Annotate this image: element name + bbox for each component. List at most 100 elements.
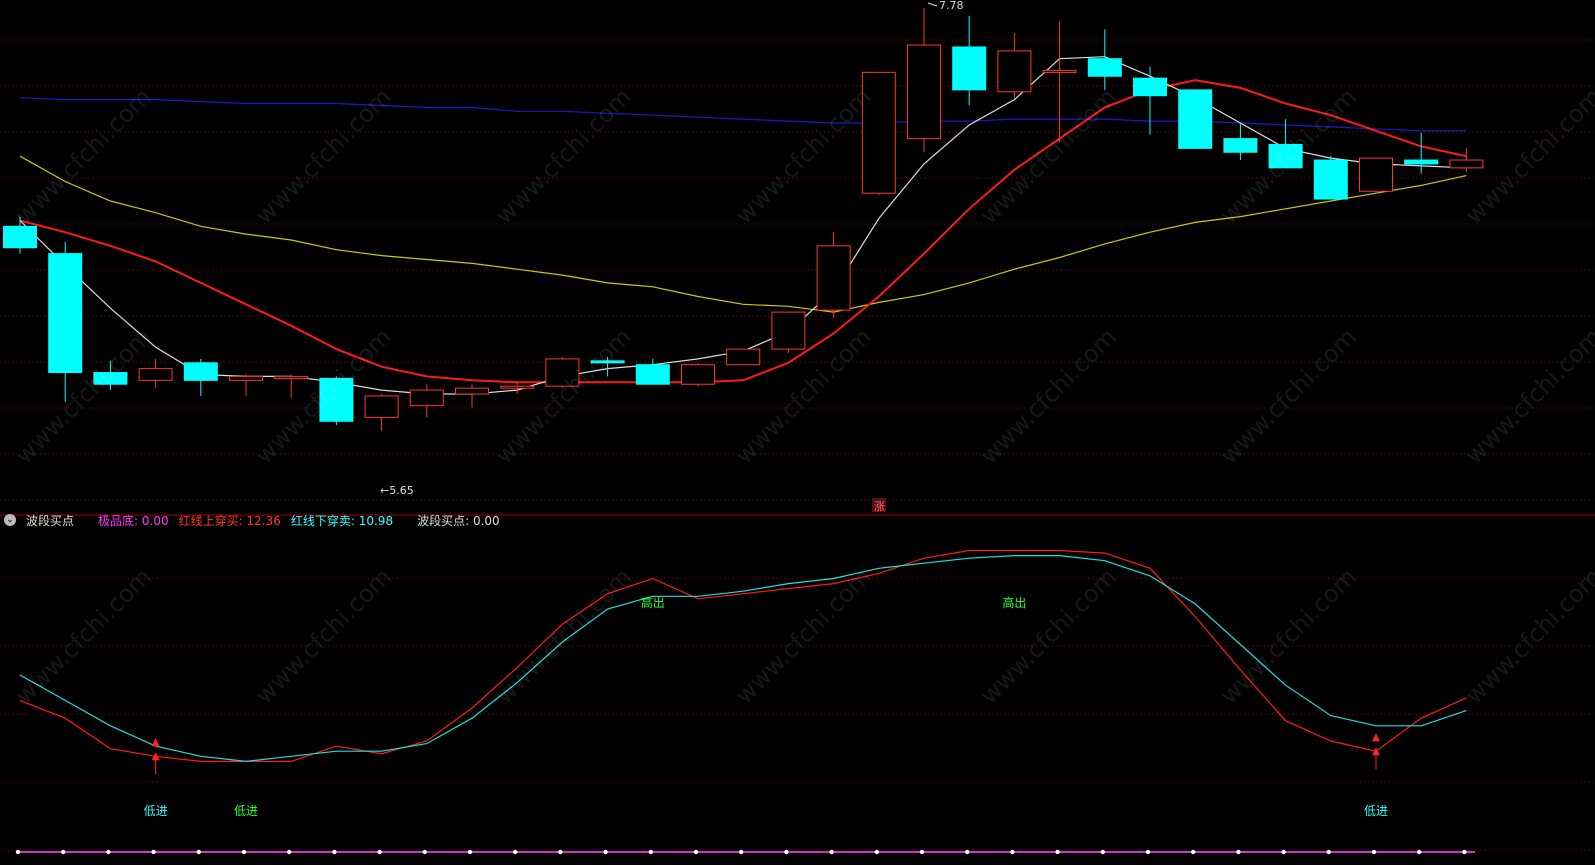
candle-body xyxy=(500,385,535,389)
indicator-item-label: 红线下穿卖: xyxy=(290,513,355,528)
candle[interactable] xyxy=(229,374,263,396)
price-gridlines xyxy=(0,39,1595,501)
indicator-name: 波段买点 xyxy=(26,513,75,528)
signal-label: 低进 xyxy=(1364,804,1388,818)
stock-chart[interactable]: 7.78 ←5.65 涨 低进 低进 高出 高出低进 xyxy=(0,0,1595,865)
candle[interactable] xyxy=(1087,29,1122,90)
ma-red-line xyxy=(19,79,1467,384)
candle[interactable] xyxy=(1223,123,1258,161)
time-axis-tick xyxy=(603,849,608,855)
time-axis-tick xyxy=(1281,849,1286,855)
candle-body xyxy=(1359,157,1393,192)
candle[interactable] xyxy=(861,71,896,196)
time-axis-tick xyxy=(965,849,970,855)
time-axis-tick xyxy=(1191,849,1196,855)
time-axis-tick xyxy=(1236,849,1241,855)
candle[interactable] xyxy=(183,358,218,396)
indicator-item-label: 波段买点: xyxy=(417,513,470,528)
candle-body xyxy=(1178,89,1213,149)
candle[interactable] xyxy=(1404,132,1439,174)
indicator-item-value: 0.00 xyxy=(141,513,169,528)
ma-blue-line xyxy=(19,97,1467,132)
candle-body xyxy=(1223,138,1258,153)
candle[interactable] xyxy=(1359,157,1393,194)
candle-body xyxy=(681,364,715,385)
candle-body xyxy=(1087,58,1122,77)
time-axis-tick xyxy=(513,849,518,855)
time-axis-tick xyxy=(151,849,156,855)
candle[interactable] xyxy=(907,8,941,153)
candle-body xyxy=(1042,69,1077,73)
buy-arrow-icon xyxy=(1372,733,1380,742)
candle-body xyxy=(3,225,37,249)
time-axis-tick xyxy=(196,849,201,855)
time-axis-tick xyxy=(1371,849,1377,855)
candle[interactable] xyxy=(274,374,309,398)
moving-average-lines xyxy=(19,56,1467,395)
candle[interactable] xyxy=(455,384,489,408)
time-axis-tick xyxy=(1145,849,1151,855)
candle[interactable] xyxy=(48,241,83,402)
time-axis-tick xyxy=(241,849,247,855)
indicator-item-label: 红线上穿买: xyxy=(178,513,243,528)
candle-body xyxy=(48,253,83,374)
candle[interactable] xyxy=(1449,148,1484,172)
time-axis-tick xyxy=(874,849,879,855)
candle-body xyxy=(771,311,806,350)
candle-body xyxy=(861,71,896,194)
low-price-label: ←5.65 xyxy=(380,484,414,497)
candle-body xyxy=(816,245,851,311)
time-axis-tick xyxy=(422,849,427,855)
zhang-badge-text: 涨 xyxy=(874,500,885,513)
time-axis-tick xyxy=(332,849,337,855)
candle-body xyxy=(409,389,444,407)
collapse-chevron-icon[interactable]: ⌄ xyxy=(4,514,16,526)
buy-arrow-icon xyxy=(151,738,160,747)
time-axis-tick xyxy=(1100,849,1106,855)
candle-body xyxy=(952,46,987,91)
candle-body xyxy=(997,50,1032,93)
candle[interactable] xyxy=(1178,89,1213,149)
candle-body xyxy=(138,368,173,381)
high-price-label: 7.78 xyxy=(939,0,964,12)
candle[interactable] xyxy=(1313,156,1348,200)
candle[interactable] xyxy=(726,348,761,366)
indicator-header: ⌄ 波段买点 极品底: 0.00 红线上穿买: 12.36 红线下穿卖: 10.… xyxy=(0,512,510,528)
time-axis-tick xyxy=(739,849,744,855)
time-axis-tick xyxy=(1326,849,1332,855)
candle[interactable] xyxy=(816,232,851,318)
indicator-item-value: 12.36 xyxy=(246,513,281,528)
signal-label: 低进 xyxy=(234,804,258,818)
indicator-item-value: 0.00 xyxy=(472,513,500,528)
indicator-item-label: 极品底: xyxy=(98,513,139,528)
indicator-item-red-cross-up: 红线上穿买: 12.36 xyxy=(179,512,281,529)
time-axis-tick xyxy=(1462,849,1467,855)
candle-body xyxy=(364,395,399,418)
candle[interactable] xyxy=(997,33,1032,98)
candle-body xyxy=(1404,159,1439,165)
candle[interactable] xyxy=(409,384,444,418)
time-axis-tick xyxy=(1010,849,1015,855)
buy-arrow-icon xyxy=(1372,747,1380,756)
candle[interactable] xyxy=(364,393,399,432)
candle-body xyxy=(229,375,263,381)
time-axis-tick xyxy=(919,849,925,855)
candle[interactable] xyxy=(952,15,987,106)
indicator-item-buy-point: 波段买点: 0.00 xyxy=(417,512,500,529)
candle[interactable] xyxy=(771,311,806,354)
signal-label: 高出 xyxy=(641,595,665,610)
time-axis-tick xyxy=(784,849,789,855)
candle-body xyxy=(907,44,941,140)
candle[interactable] xyxy=(681,362,715,387)
candle-body xyxy=(726,348,761,366)
time-axis-tick xyxy=(15,849,21,855)
time-axis-tick xyxy=(693,849,699,855)
candle-body xyxy=(1449,159,1484,169)
indicator-item-jipindi: 极品底: 0.00 xyxy=(98,512,169,529)
candle[interactable] xyxy=(500,382,535,394)
candle[interactable] xyxy=(138,358,173,389)
time-axis-tick xyxy=(1417,849,1422,855)
candle[interactable] xyxy=(1133,66,1167,135)
signal-label: 高出 xyxy=(1002,595,1026,610)
high-price-pointer xyxy=(927,2,938,7)
